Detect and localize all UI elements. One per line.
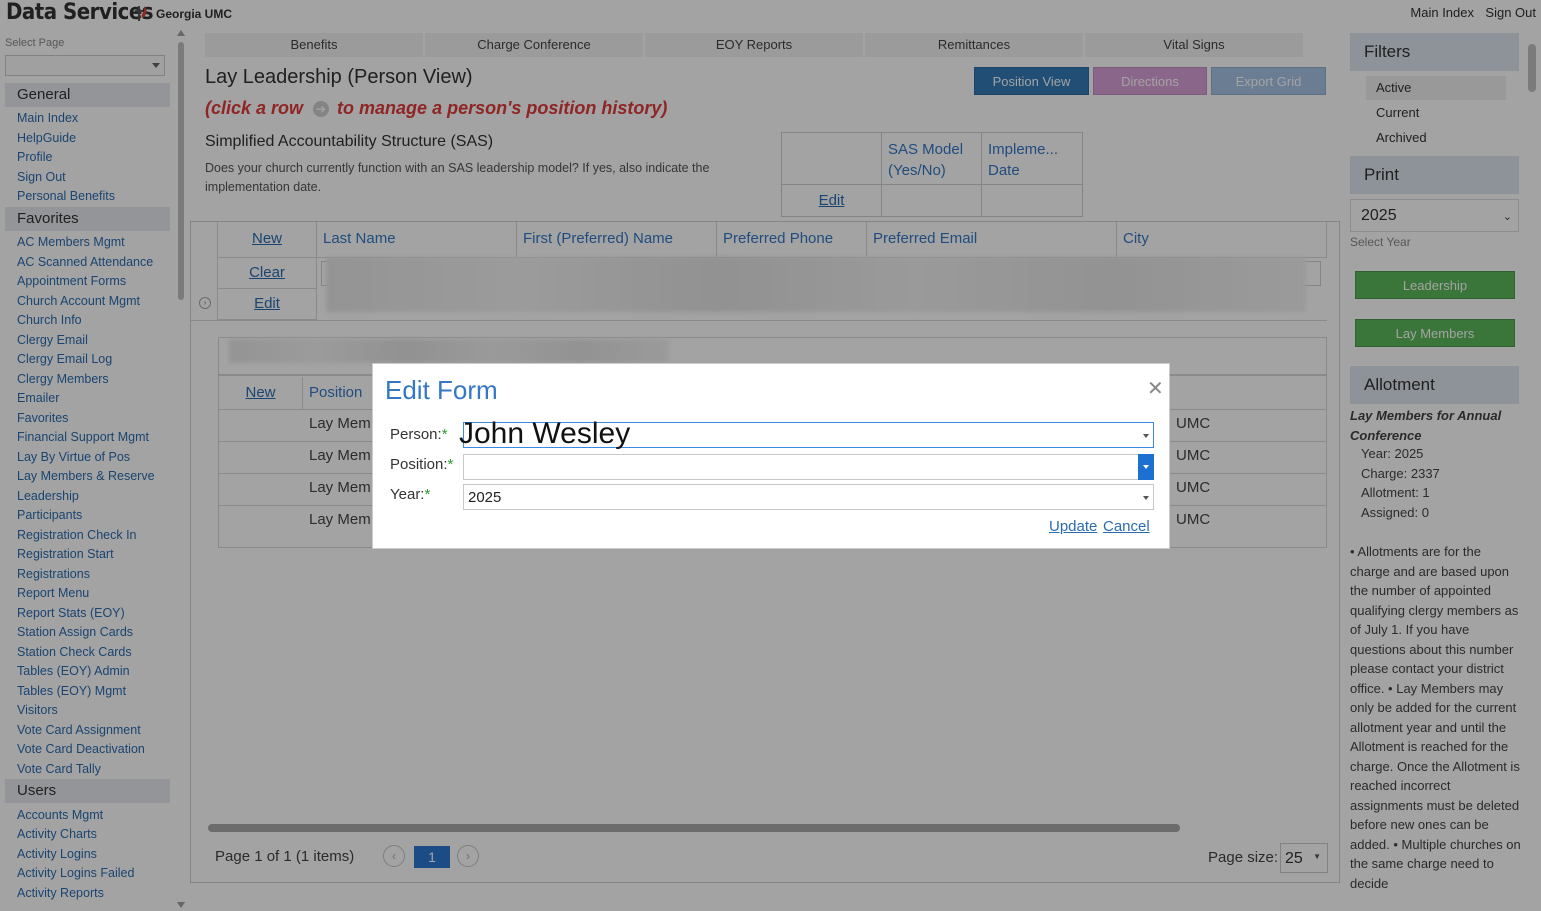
required-marker: * (441, 426, 448, 443)
year-label-text: Year: (390, 486, 425, 503)
update-link[interactable]: Update (1049, 518, 1097, 535)
year-value: 2025 (468, 489, 502, 506)
close-icon[interactable]: ✕ (1147, 376, 1164, 401)
person-label: Person:* (390, 426, 448, 443)
position-combo[interactable] (463, 454, 1154, 480)
position-label: Position:* (390, 456, 453, 473)
person-label-text: Person: (390, 426, 442, 443)
cancel-link[interactable]: Cancel (1103, 518, 1150, 535)
person-value: John Wesley (459, 417, 631, 450)
edit-form-modal: Edit Form ✕ Person:* John Wesley Positio… (372, 363, 1170, 549)
year-combo[interactable]: 2025 (463, 484, 1154, 510)
person-combo[interactable]: John Wesley (459, 417, 1154, 450)
position-dropdown-button[interactable] (1138, 454, 1154, 480)
position-label-text: Position: (390, 456, 448, 473)
required-marker: * (447, 456, 454, 473)
year-label: Year:* (390, 486, 430, 503)
required-marker: * (424, 486, 431, 503)
chevron-down-icon[interactable] (1143, 496, 1149, 500)
chevron-down-icon (1143, 465, 1149, 469)
modal-title: Edit Form (385, 375, 498, 405)
chevron-down-icon[interactable] (1143, 434, 1149, 438)
